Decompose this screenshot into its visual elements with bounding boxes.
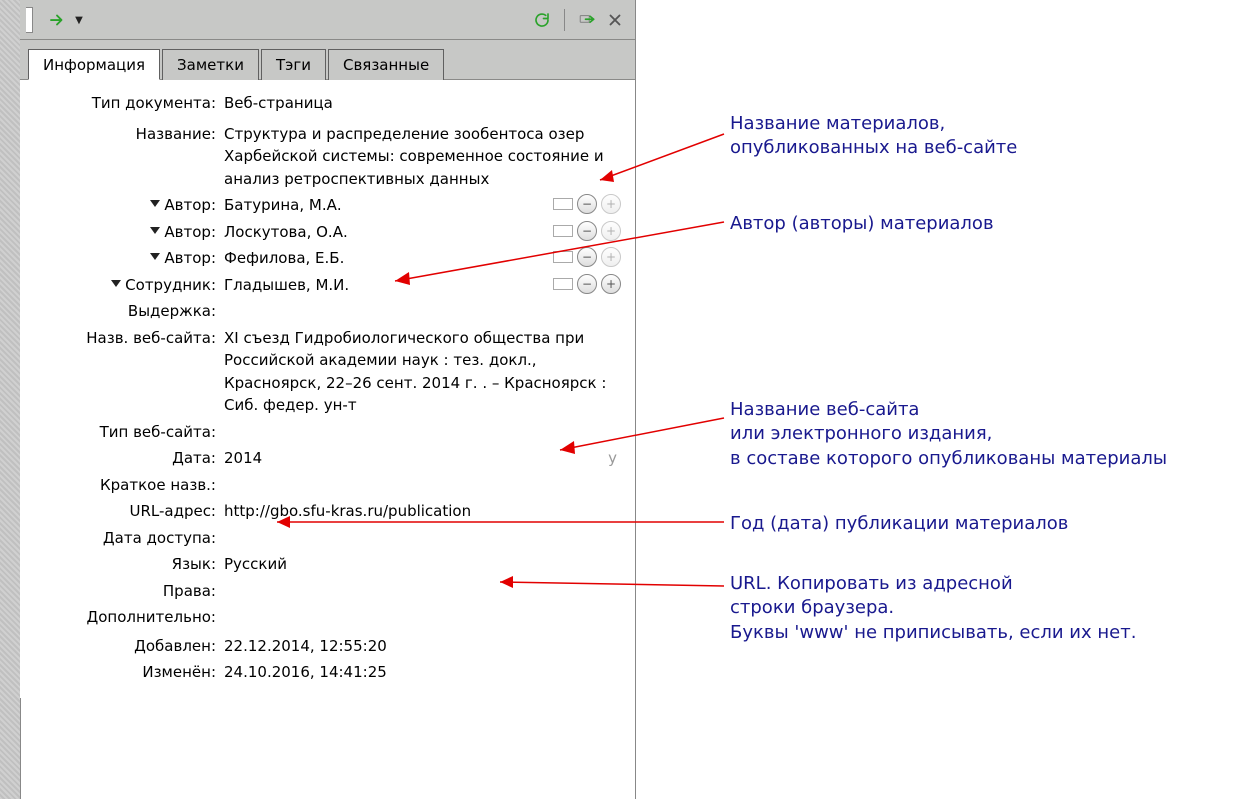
label-access-date: Дата доступа: [103, 527, 216, 550]
label-rights: Права: [163, 580, 216, 603]
swap-name-icon[interactable] [553, 198, 573, 210]
tab-notes[interactable]: Заметки [162, 49, 259, 80]
row-author: Автор: Фефилова, Е.Б. − + [30, 247, 621, 270]
add-author-button[interactable]: + [601, 247, 621, 267]
value-website-title[interactable]: XI съезд Гидробиологического общества пр… [224, 327, 621, 417]
value-date-added: 22.12.2014, 12:55:20 [224, 635, 621, 658]
annotation-title: Название материалов, опубликованных на в… [730, 112, 1017, 161]
row-abstract: Выдержка: [30, 300, 621, 323]
row-language: Язык: Русский [30, 553, 621, 576]
value-author[interactable]: Лоскутова, О.А. [224, 221, 537, 244]
row-short-title: Краткое назв.: [30, 474, 621, 497]
annotation-website: Название веб-сайта или электронного изда… [730, 398, 1167, 471]
label-language: Язык: [172, 553, 216, 576]
row-contributor: Сотрудник: Гладышев, М.И. − + [30, 274, 621, 297]
add-author-button[interactable]: + [601, 221, 621, 241]
swap-name-icon[interactable] [553, 251, 573, 263]
go-dropdown-icon[interactable]: ▼ [73, 8, 85, 32]
value-author[interactable]: Фефилова, Е.Б. [224, 247, 537, 270]
label-contributor[interactable]: Сотрудник: [125, 274, 216, 297]
value-item-type[interactable]: Веб-страница [224, 92, 621, 115]
label-short-title: Краткое назв.: [100, 474, 216, 497]
value-author[interactable]: Батурина, М.А. [224, 194, 537, 217]
remove-author-button[interactable]: − [577, 247, 597, 267]
item-info-form: Тип документа: Веб-страница Название: Ст… [20, 80, 635, 698]
label-title: Название: [136, 123, 216, 146]
value-url[interactable]: http://gbo.sfu-kras.ru/publication [224, 500, 621, 523]
label-abstract: Выдержка: [128, 300, 216, 323]
row-item-type: Тип документа: Веб-страница [30, 92, 621, 115]
row-access-date: Дата доступа: [30, 527, 621, 550]
caret-down-icon[interactable] [150, 200, 160, 207]
toolbar-separator [564, 9, 565, 31]
row-url: URL-адрес: http://gbo.sfu-kras.ru/public… [30, 500, 621, 523]
label-date-modified: Изменён: [142, 661, 216, 684]
remove-author-button[interactable]: − [577, 194, 597, 214]
left-gutter [0, 0, 21, 799]
toolbar: ▼ [20, 0, 635, 40]
value-language[interactable]: Русский [224, 553, 621, 576]
close-icon[interactable] [603, 8, 627, 32]
swap-name-icon[interactable] [553, 225, 573, 237]
urlbar-fragment[interactable] [26, 7, 33, 33]
annotation-authors: Автор (авторы) материалов [730, 212, 994, 236]
value-contributor[interactable]: Гладышев, М.И. [224, 274, 537, 297]
row-rights: Права: [30, 580, 621, 603]
row-website-title: Назв. веб-сайта: XI съезд Гидробиологиче… [30, 327, 621, 417]
annotation-url: URL. Копировать из адресной строки брауз… [730, 572, 1136, 645]
tab-info[interactable]: Информация [28, 49, 160, 80]
label-date-added: Добавлен: [134, 635, 216, 658]
caret-down-icon[interactable] [150, 253, 160, 260]
row-date-added: Добавлен: 22.12.2014, 12:55:20 [30, 635, 621, 658]
label-website-title: Назв. веб-сайта: [86, 327, 216, 350]
value-date-modified: 24.10.2016, 14:41:25 [224, 661, 621, 684]
go-arrow-icon[interactable] [45, 8, 69, 32]
row-website-type: Тип веб-сайта: [30, 421, 621, 444]
row-author: Автор: Батурина, М.А. − + [30, 194, 621, 217]
tab-tags[interactable]: Тэги [261, 49, 326, 80]
label-extra: Дополнительно: [87, 606, 216, 629]
label-item-type: Тип документа: [92, 92, 216, 115]
refresh-icon[interactable] [530, 8, 554, 32]
add-contributor-button[interactable]: + [601, 274, 621, 294]
date-format-hint: y [608, 447, 617, 470]
row-date: Дата: 2014 y [30, 447, 621, 470]
label-author[interactable]: Автор: [164, 194, 216, 217]
caret-down-icon[interactable] [150, 227, 160, 234]
swap-name-icon[interactable] [553, 278, 573, 290]
remove-author-button[interactable]: − [577, 221, 597, 241]
label-date: Дата: [172, 447, 216, 470]
annotation-date: Год (дата) публикации материалов [730, 512, 1068, 536]
row-title: Название: Структура и распределение зооб… [30, 123, 621, 191]
caret-down-icon[interactable] [111, 280, 121, 287]
label-author[interactable]: Автор: [164, 247, 216, 270]
row-date-modified: Изменён: 24.10.2016, 14:41:25 [30, 661, 621, 684]
label-website-type: Тип веб-сайта: [100, 421, 216, 444]
value-title[interactable]: Структура и распределение зообентоса озе… [224, 123, 621, 191]
add-author-button[interactable]: + [601, 194, 621, 214]
tab-related[interactable]: Связанные [328, 49, 444, 80]
item-panel: ▼ Информация Заметки Тэги Связанные [20, 0, 636, 799]
value-date[interactable]: 2014 [224, 447, 262, 470]
label-url: URL-адрес: [129, 500, 216, 523]
label-author[interactable]: Автор: [164, 221, 216, 244]
row-author: Автор: Лоскутова, О.А. − + [30, 221, 621, 244]
tabbar: Информация Заметки Тэги Связанные [20, 40, 635, 80]
export-icon[interactable] [575, 8, 599, 32]
row-extra: Дополнительно: [30, 606, 621, 629]
remove-contributor-button[interactable]: − [577, 274, 597, 294]
